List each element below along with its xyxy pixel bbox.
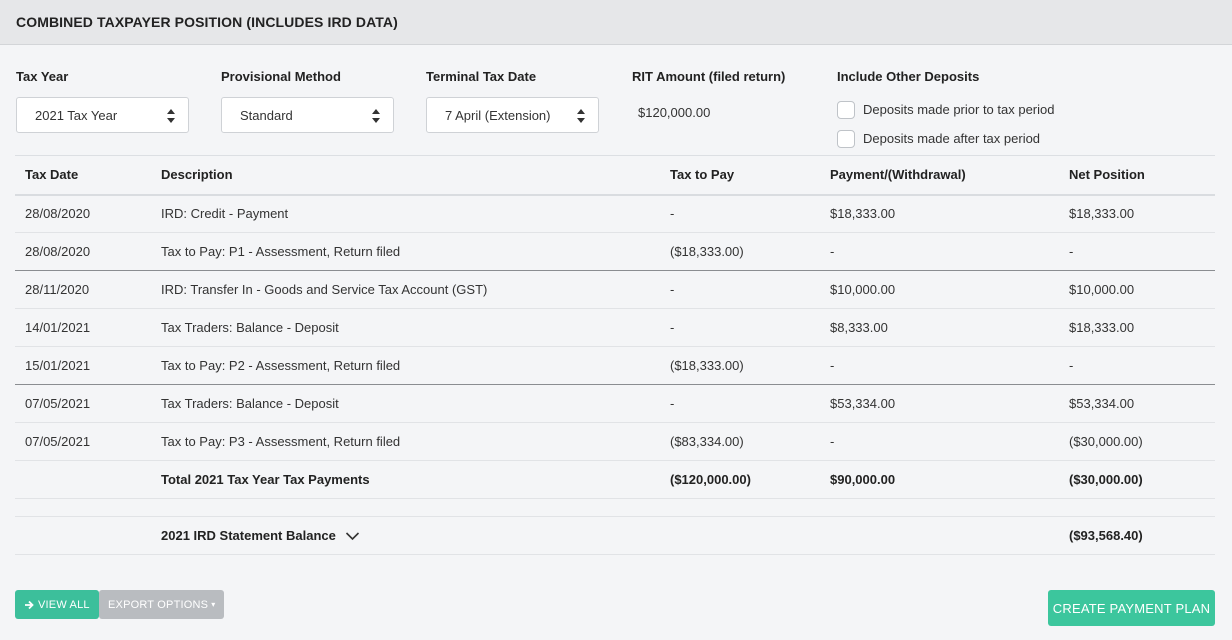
cell-net: - (1059, 232, 1215, 271)
tax-year-select[interactable]: 2021 Tax Year (16, 97, 189, 133)
provisional-method-value: Standard (240, 107, 293, 123)
cell-net: $18,333.00 (1059, 308, 1215, 347)
column-header-tax-date: Tax Date (15, 155, 151, 196)
export-options-button[interactable]: EXPORT OPTIONS ▾ (99, 590, 225, 619)
tax-year-label: Tax Year (16, 69, 69, 84)
cell-description: Tax to Pay: P3 - Assessment, Return file… (151, 422, 660, 461)
cell-payment: $53,334.00 (820, 384, 1059, 423)
rit-amount-label: RIT Amount (filed return) (632, 69, 786, 84)
table-header-row: Tax Date Description Tax to Pay Payment/… (15, 155, 1215, 196)
provisional-method-filter: Provisional Method Standard (221, 69, 394, 133)
table-row: 15/01/2021 Tax to Pay: P2 - Assessment, … (15, 346, 1215, 385)
total-payment: $90,000.00 (820, 460, 1059, 499)
statement-balance-row[interactable]: 2021 IRD Statement Balance ($93,568.40) (15, 516, 1215, 555)
rit-amount: RIT Amount (filed return) $120,000.00 (632, 69, 785, 120)
cell-description: Tax Traders: Balance - Deposit (151, 308, 660, 347)
cell-date: 28/08/2020 (15, 194, 151, 233)
view-all-button[interactable]: VIEW ALL (15, 590, 99, 619)
table-row: 28/11/2020 IRD: Transfer In - Goods and … (15, 270, 1215, 309)
deposits-prior-checkbox[interactable] (837, 100, 855, 119)
statement-balance-cell[interactable]: 2021 IRD Statement Balance (151, 516, 660, 555)
cell-tax: ($83,334.00) (660, 422, 820, 461)
cell-description: IRD: Credit - Payment (151, 194, 660, 233)
cell-description: Tax to Pay: P2 - Assessment, Return file… (151, 346, 660, 385)
statement-balance-net: ($93,568.40) (1059, 516, 1215, 555)
cell-net: $10,000.00 (1059, 270, 1215, 309)
cell-payment: - (820, 232, 1059, 271)
tax-year-value: 2021 Tax Year (35, 107, 118, 123)
arrow-right-icon (25, 600, 34, 609)
caret-down-icon: ▾ (211, 600, 216, 609)
statement-balance-label: 2021 IRD Statement Balance (161, 528, 336, 543)
cell-tax: ($18,333.00) (660, 232, 820, 271)
spacer-row (15, 498, 1215, 517)
terminal-tax-date-select[interactable]: 7 April (Extension) (426, 97, 599, 133)
column-header-description: Description (151, 155, 660, 196)
view-all-label: VIEW ALL (38, 598, 90, 611)
footer-actions: VIEW ALL EXPORT OPTIONS ▾ CREATE PAYMENT… (15, 590, 1215, 630)
export-options-label: EXPORT OPTIONS (108, 598, 209, 611)
deposits-after-checkbox[interactable] (837, 129, 855, 148)
other-deposits-label: Include Other Deposits (837, 69, 980, 84)
cell-payment: $10,000.00 (820, 270, 1059, 309)
table-row: 07/05/2021 Tax Traders: Balance - Deposi… (15, 384, 1215, 423)
total-net: ($30,000.00) (1059, 460, 1215, 499)
cell-description: IRD: Transfer In - Goods and Service Tax… (151, 270, 660, 309)
cell-date: 14/01/2021 (15, 308, 151, 347)
deposits-after-label: Deposits made after tax period (863, 131, 1041, 146)
provisional-method-label: Provisional Method (221, 69, 341, 84)
cell-payment: - (820, 422, 1059, 461)
cell-date: 28/11/2020 (15, 270, 151, 309)
cell-tax: ($18,333.00) (660, 346, 820, 385)
deposits-after-option[interactable]: Deposits made after tax period (837, 124, 1054, 153)
other-deposits-filter: Include Other Deposits Deposits made pri… (837, 69, 1054, 153)
cell-date: 28/08/2020 (15, 232, 151, 271)
panel-header: COMBINED TAXPAYER POSITION (INCLUDES IRD… (0, 0, 1232, 45)
cell-payment: $8,333.00 (820, 308, 1059, 347)
cell-date: 07/05/2021 (15, 422, 151, 461)
column-header-net-position: Net Position (1059, 155, 1215, 196)
total-tax: ($120,000.00) (660, 460, 820, 499)
cell-payment: - (820, 346, 1059, 385)
filter-bar: Tax Year 2021 Tax Year Provisional Metho… (0, 45, 1232, 155)
select-arrows-icon (167, 109, 175, 123)
cell-tax: - (660, 270, 820, 309)
select-arrows-icon (577, 109, 585, 123)
column-header-tax-to-pay: Tax to Pay (660, 155, 820, 196)
cell-date: 15/01/2021 (15, 346, 151, 385)
provisional-method-select[interactable]: Standard (221, 97, 394, 133)
cell-tax: - (660, 384, 820, 423)
total-row: Total 2021 Tax Year Tax Payments ($120,0… (15, 460, 1215, 499)
page-title: COMBINED TAXPAYER POSITION (INCLUDES IRD… (16, 14, 398, 30)
rit-amount-value: $120,000.00 (638, 105, 711, 120)
chevron-down-icon[interactable] (345, 531, 360, 541)
cell-tax: - (660, 308, 820, 347)
deposits-prior-label: Deposits made prior to tax period (863, 102, 1055, 117)
create-payment-plan-label: CREATE PAYMENT PLAN (1052, 600, 1211, 616)
cell-net: - (1059, 346, 1215, 385)
select-arrows-icon (372, 109, 380, 123)
cell-tax: - (660, 194, 820, 233)
cell-date: 07/05/2021 (15, 384, 151, 423)
terminal-tax-date-filter: Terminal Tax Date 7 April (Extension) (426, 69, 599, 133)
table-row: 28/08/2020 Tax to Pay: P1 - Assessment, … (15, 232, 1215, 271)
total-label: Total 2021 Tax Year Tax Payments (151, 460, 660, 499)
terminal-tax-date-value: 7 April (Extension) (445, 107, 551, 123)
tax-year-filter: Tax Year 2021 Tax Year (16, 69, 189, 133)
cell-net: $53,334.00 (1059, 384, 1215, 423)
terminal-tax-date-label: Terminal Tax Date (426, 69, 537, 84)
cell-date (15, 460, 151, 499)
deposits-prior-option[interactable]: Deposits made prior to tax period (837, 95, 1054, 124)
cell-description: Tax to Pay: P1 - Assessment, Return file… (151, 232, 660, 271)
cell-payment: $18,333.00 (820, 194, 1059, 233)
transactions-table: Tax Date Description Tax to Pay Payment/… (15, 155, 1215, 555)
create-payment-plan-button[interactable]: CREATE PAYMENT PLAN (1048, 590, 1215, 626)
cell-net: $18,333.00 (1059, 194, 1215, 233)
column-header-payment: Payment/(Withdrawal) (820, 155, 1059, 196)
table-row: 14/01/2021 Tax Traders: Balance - Deposi… (15, 308, 1215, 347)
table-row: 07/05/2021 Tax to Pay: P3 - Assessment, … (15, 422, 1215, 461)
table-row: 28/08/2020 IRD: Credit - Payment - $18,3… (15, 194, 1215, 233)
cell-net: ($30,000.00) (1059, 422, 1215, 461)
cell-description: Tax Traders: Balance - Deposit (151, 384, 660, 423)
